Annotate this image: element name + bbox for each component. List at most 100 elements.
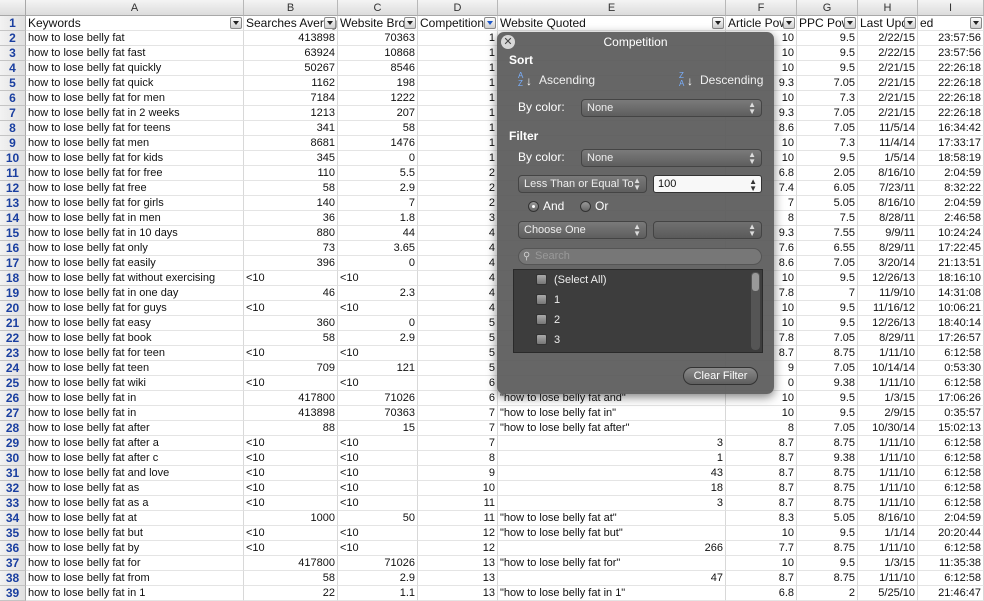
table-cell[interactable]: 417800 — [244, 556, 338, 571]
table-cell[interactable]: how to lose belly fat only — [26, 241, 244, 256]
table-cell[interactable]: 23:57:56 — [918, 31, 984, 46]
table-cell[interactable]: 1 — [418, 76, 498, 91]
table-cell[interactable]: 2.9 — [338, 331, 418, 346]
table-cell[interactable]: how to lose belly fat by — [26, 541, 244, 556]
table-cell[interactable]: 8.7 — [726, 481, 797, 496]
row-header[interactable]: 11 — [0, 166, 26, 181]
row-header[interactable]: 7 — [0, 106, 26, 121]
table-cell[interactable]: 7 — [418, 406, 498, 421]
row-header[interactable]: 30 — [0, 451, 26, 466]
table-cell[interactable]: 7.05 — [797, 421, 858, 436]
filter-dropdown-icon[interactable] — [712, 17, 724, 29]
table-cell[interactable]: 17:33:17 — [918, 136, 984, 151]
table-cell[interactable]: <10 — [338, 451, 418, 466]
table-cell[interactable]: 5/25/10 — [858, 586, 918, 601]
table-cell[interactable]: 8.75 — [797, 496, 858, 511]
table-cell[interactable]: 0 — [338, 256, 418, 271]
table-cell[interactable]: 5 — [418, 331, 498, 346]
table-cell[interactable]: 22:26:18 — [918, 91, 984, 106]
table-cell[interactable]: 1/1/14 — [858, 526, 918, 541]
table-cell[interactable]: 6.55 — [797, 241, 858, 256]
table-cell[interactable]: 1/11/10 — [858, 346, 918, 361]
column-letter-h[interactable]: H — [858, 0, 918, 16]
row-header[interactable]: 33 — [0, 496, 26, 511]
table-cell[interactable]: how to lose belly fat at — [26, 511, 244, 526]
table-cell[interactable]: 22:26:18 — [918, 106, 984, 121]
filter-color-select[interactable]: None ▲ ▼ — [581, 149, 762, 167]
table-cell[interactable]: 14:31:08 — [918, 286, 984, 301]
table-cell[interactable]: 7.05 — [797, 76, 858, 91]
table-cell[interactable]: 11:35:38 — [918, 556, 984, 571]
table-cell[interactable]: 1 — [498, 451, 726, 466]
condition-select[interactable]: Less Than or Equal To ▲ ▼ — [518, 175, 647, 193]
list-item[interactable]: 3 — [536, 332, 736, 348]
table-cell[interactable]: <10 — [244, 496, 338, 511]
row-header[interactable]: 35 — [0, 526, 26, 541]
table-cell[interactable]: 1/11/10 — [858, 466, 918, 481]
table-cell[interactable]: 6:12:58 — [918, 451, 984, 466]
table-cell[interactable]: 3/20/14 — [858, 256, 918, 271]
table-cell[interactable]: 8.7 — [726, 451, 797, 466]
table-cell[interactable]: 2 — [418, 196, 498, 211]
scroll-thumb[interactable] — [752, 273, 759, 291]
table-cell[interactable]: how to lose belly fat after — [26, 421, 244, 436]
table-cell[interactable]: <10 — [338, 496, 418, 511]
list-item[interactable]: (Select All) — [536, 272, 736, 288]
table-cell[interactable]: 18:40:14 — [918, 316, 984, 331]
table-cell[interactable]: 11/5/14 — [858, 121, 918, 136]
table-cell[interactable]: 8 — [418, 451, 498, 466]
table-cell[interactable]: 4 — [418, 286, 498, 301]
table-cell[interactable]: <10 — [244, 271, 338, 286]
table-cell[interactable]: how to lose belly fat — [26, 31, 244, 46]
table-cell[interactable]: 73 — [244, 241, 338, 256]
table-cell[interactable]: 9.5 — [797, 31, 858, 46]
row-header[interactable]: 15 — [0, 226, 26, 241]
table-cell[interactable]: 11/9/10 — [858, 286, 918, 301]
table-cell[interactable]: <10 — [244, 466, 338, 481]
table-cell[interactable]: 12/26/13 — [858, 316, 918, 331]
table-cell[interactable]: 8.7 — [726, 466, 797, 481]
checkbox[interactable] — [536, 294, 547, 305]
table-cell[interactable]: 2:04:59 — [918, 511, 984, 526]
table-cell[interactable]: 4 — [418, 256, 498, 271]
table-cell[interactable]: 2.9 — [338, 571, 418, 586]
row-header[interactable]: 24 — [0, 361, 26, 376]
second-value-select[interactable]: ▲ ▼ — [653, 221, 762, 239]
table-cell[interactable]: 15:02:13 — [918, 421, 984, 436]
table-cell[interactable]: 6:12:58 — [918, 481, 984, 496]
table-cell[interactable]: 7.05 — [797, 331, 858, 346]
table-cell[interactable]: 341 — [244, 121, 338, 136]
table-cell[interactable]: 8.3 — [726, 511, 797, 526]
table-cell[interactable]: <10 — [244, 451, 338, 466]
table-cell[interactable]: how to lose belly fat as a — [26, 496, 244, 511]
table-cell[interactable]: 396 — [244, 256, 338, 271]
list-item[interactable]: 1 — [536, 292, 736, 308]
table-cell[interactable]: 88 — [244, 421, 338, 436]
condition-value-input[interactable]: 100 ▲ ▼ — [653, 175, 762, 193]
or-radio[interactable] — [580, 201, 591, 212]
table-cell[interactable]: 1222 — [338, 91, 418, 106]
second-condition-select[interactable]: Choose One ▲ ▼ — [518, 221, 647, 239]
table-cell[interactable]: 10:24:24 — [918, 226, 984, 241]
table-cell[interactable]: 12 — [418, 541, 498, 556]
table-cell[interactable]: 2.05 — [797, 166, 858, 181]
column-header-cell[interactable]: Keywords — [26, 16, 244, 31]
table-cell[interactable]: how to lose belly fat but — [26, 526, 244, 541]
table-cell[interactable]: 17:06:26 — [918, 391, 984, 406]
row-header[interactable]: 3 — [0, 46, 26, 61]
table-cell[interactable]: 23:57:56 — [918, 46, 984, 61]
table-cell[interactable]: 9.5 — [797, 391, 858, 406]
table-cell[interactable]: how to lose belly fat and love — [26, 466, 244, 481]
table-cell[interactable]: 8.7 — [726, 496, 797, 511]
table-cell[interactable]: 11/4/14 — [858, 136, 918, 151]
sort-color-select[interactable]: None ▲ ▼ — [581, 99, 762, 117]
table-cell[interactable]: 140 — [244, 196, 338, 211]
row-header[interactable]: 26 — [0, 391, 26, 406]
column-header-cell[interactable]: Last Upd — [858, 16, 918, 31]
table-cell[interactable]: 2 — [418, 166, 498, 181]
table-cell[interactable]: how to lose belly fat teen — [26, 361, 244, 376]
row-header[interactable]: 39 — [0, 586, 26, 601]
table-cell[interactable]: 21:13:51 — [918, 256, 984, 271]
table-cell[interactable]: "how to lose belly fat but" — [498, 526, 726, 541]
table-cell[interactable]: 9 — [418, 466, 498, 481]
